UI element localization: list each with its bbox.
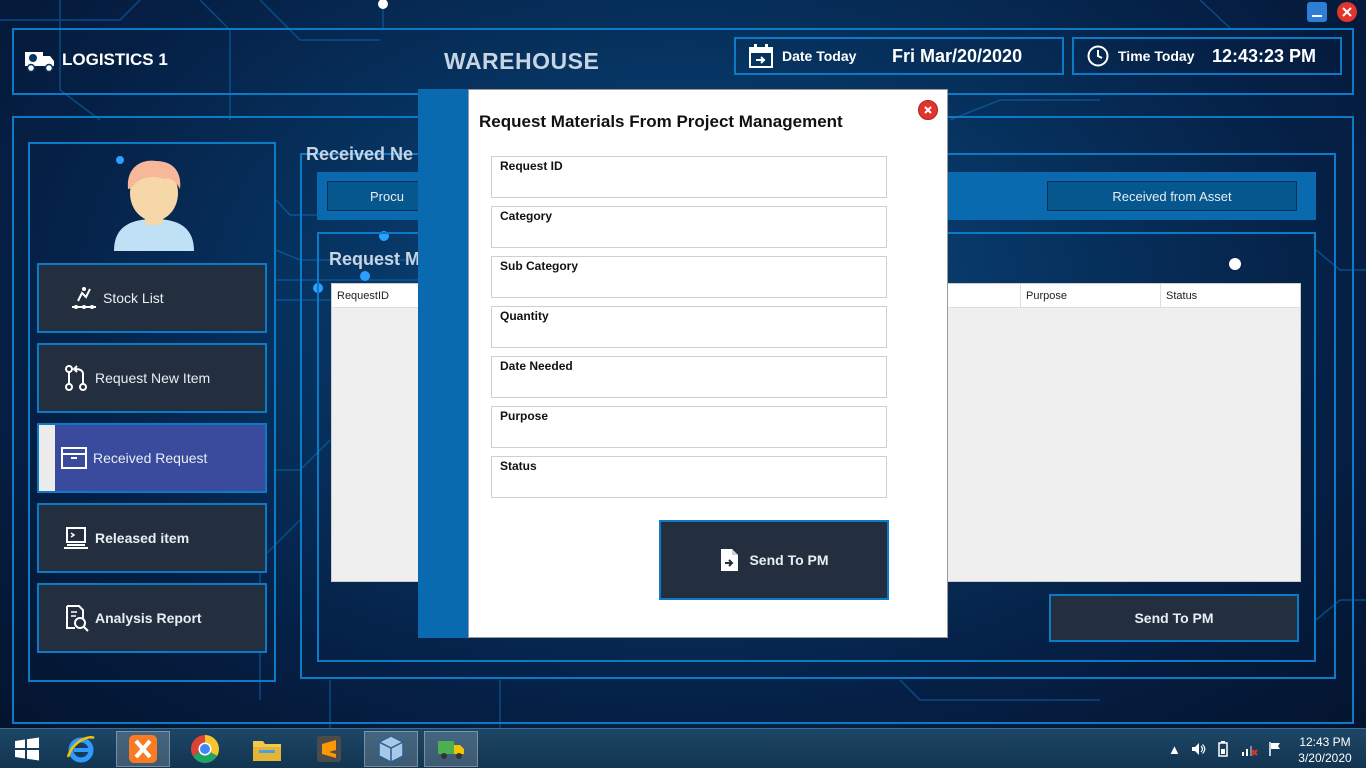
taskbar-chrome[interactable] (178, 731, 232, 767)
sublime-text-icon (317, 736, 341, 762)
pull-request-icon (61, 363, 91, 393)
dialog-title: Request Materials From Project Managemen… (479, 112, 843, 131)
battery-icon[interactable] (1215, 741, 1231, 757)
taskbar-xampp[interactable] (116, 731, 170, 767)
section-title: Received Ne (306, 144, 414, 164)
page-title: WAREHOUSE (444, 48, 600, 74)
sidebar-item-analysis-report[interactable]: Analysis Report (37, 583, 267, 653)
active-indicator (39, 425, 55, 491)
field-label: Request ID (500, 159, 563, 173)
taskbar-internet-explorer[interactable] (54, 731, 108, 767)
field-label: Category (500, 209, 553, 223)
grid-column-partial[interactable]: l (941, 284, 1021, 308)
close-window-button[interactable] (1337, 2, 1357, 22)
tab-received-from-asset[interactable]: Received from Asset (1047, 181, 1297, 211)
folder-icon (253, 741, 281, 761)
date-label: Date Today (782, 48, 857, 64)
time-value: 12:43:23 PM (1212, 45, 1317, 66)
windows-logo-icon (15, 737, 39, 761)
sidebar-item-label: Request New Item (95, 370, 211, 386)
start-button[interactable] (0, 731, 54, 767)
user-avatar-icon (114, 160, 194, 251)
date-needed-field: Date Needed (491, 356, 887, 398)
calendar-icon (749, 44, 773, 68)
taskbar-clock[interactable]: 12:43 PM 3/20/2020 (1290, 734, 1360, 766)
date-value: Fri Mar/20/2020 (892, 45, 1023, 66)
brand: LOGISTICS 1 (24, 46, 168, 74)
clock-date: 3/20/2020 (1298, 751, 1352, 765)
date-box: Date Today Fri Mar/20/2020 (734, 37, 1064, 75)
purpose-input[interactable] (498, 425, 878, 445)
cube-icon (378, 735, 404, 763)
sidebar-item-stock-list[interactable]: Stock List (37, 263, 267, 333)
clock-time: 12:43 PM (1299, 735, 1351, 749)
internet-explorer-icon (66, 736, 95, 763)
sidebar-item-received-request[interactable]: Received Request (37, 423, 267, 493)
clock-icon (1087, 45, 1109, 67)
terminal-icon (61, 523, 91, 553)
time-box: Time Today 12:43:23 PM (1072, 37, 1342, 75)
taskbar-sublime-text[interactable] (302, 731, 356, 767)
dialog-close-button[interactable] (918, 100, 938, 120)
status-field: Status (491, 456, 887, 498)
delivery-truck-icon (438, 741, 464, 759)
archive-box-icon (59, 443, 89, 473)
minimize-icon (1312, 15, 1322, 17)
file-send-icon (721, 549, 739, 571)
purpose-field: Purpose (491, 406, 887, 448)
xampp-icon (129, 735, 157, 763)
field-label: Date Needed (500, 359, 573, 373)
request-id-field: Request ID (491, 156, 887, 198)
field-label: Purpose (500, 409, 549, 423)
field-label: Sub Category (500, 259, 579, 273)
subsection-title: Request M (329, 249, 421, 269)
quantity-field: Quantity (491, 306, 887, 348)
sidebar-item-label: Stock List (103, 290, 164, 306)
taskbar: ▲ 12:43 PM 3/20/2020 (0, 728, 1366, 768)
minimize-button[interactable] (1307, 2, 1327, 22)
chrome-icon (191, 735, 219, 763)
delivery-truck-icon (25, 52, 54, 73)
taskbar-virtualbox[interactable] (364, 731, 418, 767)
request-id-input[interactable] (498, 175, 878, 195)
status-input[interactable] (498, 475, 878, 495)
close-icon (924, 106, 932, 114)
category-field: Category (491, 206, 887, 248)
report-search-icon (61, 603, 91, 633)
sidebar-item-label: Received Request (93, 450, 208, 466)
button-label: Send To PM (749, 552, 829, 568)
dialog-send-to-pm-button[interactable]: Send To PM (659, 520, 889, 600)
field-label: Quantity (500, 309, 549, 323)
date-needed-input[interactable] (498, 375, 878, 395)
taskbar-logistics-app[interactable] (424, 731, 478, 767)
send-to-pm-button[interactable]: Send To PM (1049, 594, 1299, 642)
quantity-input[interactable] (498, 325, 878, 345)
system-tray: ▲ (1168, 729, 1283, 768)
time-label: Time Today (1118, 48, 1195, 64)
sidebar-item-released-item[interactable]: Released item (37, 503, 267, 573)
sidebar-item-label: Released item (95, 530, 190, 546)
sidebar-item-request-new-item[interactable]: Request New Item (37, 343, 267, 413)
volume-icon[interactable] (1190, 741, 1206, 757)
conveyor-icon (69, 283, 99, 313)
grid-column-requestid[interactable]: RequestID (332, 284, 419, 308)
sidebar-item-label: Analysis Report (95, 610, 202, 626)
modal-side-band (418, 89, 474, 638)
taskbar-file-explorer[interactable] (240, 731, 294, 767)
network-icon[interactable] (1240, 741, 1258, 757)
grid-column-purpose[interactable]: Purpose (1021, 284, 1161, 308)
sub-category-field: Sub Category (491, 256, 887, 298)
field-label: Status (500, 459, 537, 473)
category-input[interactable] (498, 225, 878, 245)
brand-name: LOGISTICS 1 (62, 50, 168, 69)
request-materials-dialog: Request Materials From Project Managemen… (468, 89, 948, 638)
grid-column-status[interactable]: Status (1161, 284, 1300, 308)
show-hidden-icons-chevron-icon[interactable]: ▲ (1168, 742, 1181, 757)
sub-category-input[interactable] (498, 275, 878, 295)
close-icon (1342, 7, 1352, 17)
action-center-flag-icon[interactable] (1267, 741, 1283, 757)
